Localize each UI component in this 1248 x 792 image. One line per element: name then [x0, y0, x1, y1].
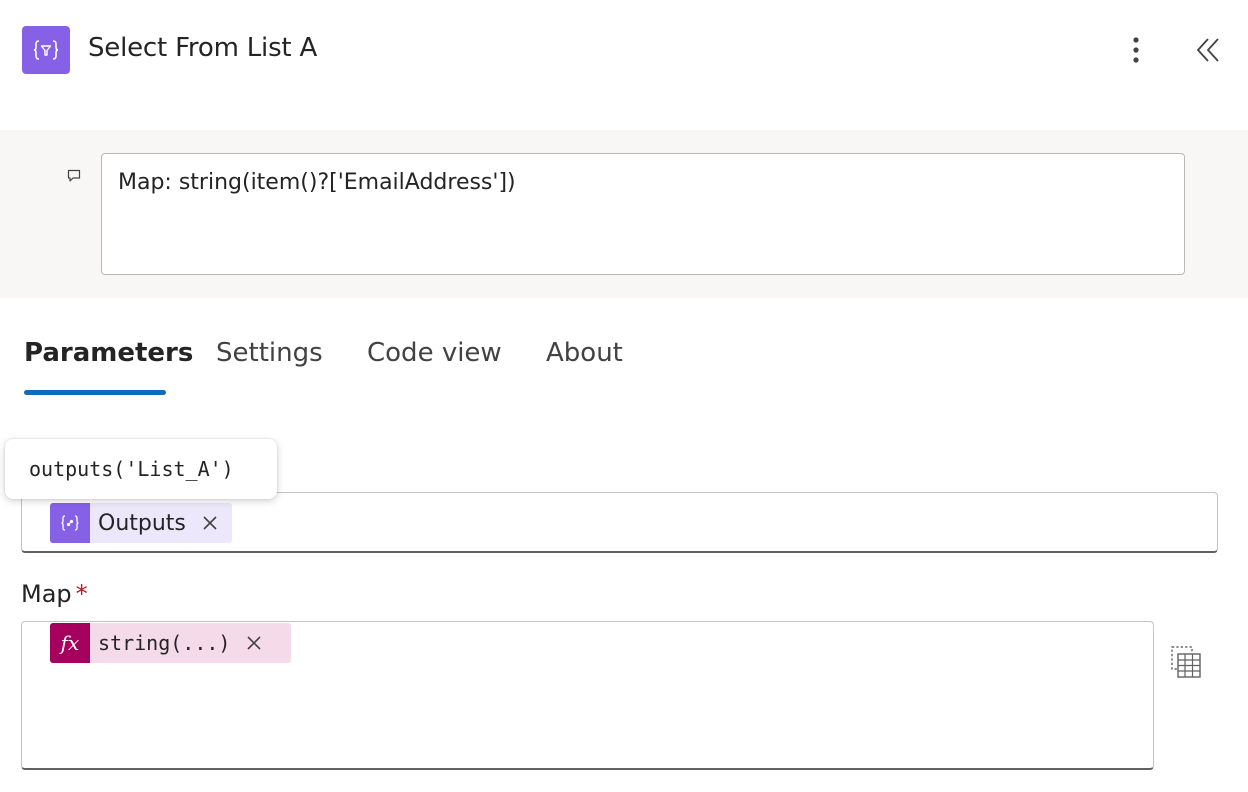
chevron-double-left-icon: [1196, 38, 1219, 62]
map-field-label: Map *: [21, 580, 88, 608]
fx-icon: fx: [50, 623, 90, 663]
required-indicator: *: [75, 580, 88, 608]
tab-parameters[interactable]: Parameters: [24, 338, 193, 368]
data-operation-icon: [50, 503, 90, 543]
close-icon: [247, 636, 262, 650]
more-vertical-icon: [1133, 37, 1139, 63]
comment-icon: [66, 168, 82, 184]
more-options-button[interactable]: [1118, 30, 1154, 70]
tab-settings[interactable]: Settings: [216, 338, 323, 368]
remove-string-token-button[interactable]: [244, 633, 264, 653]
collapse-panel-button[interactable]: [1188, 30, 1228, 70]
switch-map-to-table-button[interactable]: [1168, 644, 1204, 680]
active-tab-indicator: [24, 390, 166, 395]
tab-code-view[interactable]: Code view: [367, 338, 502, 368]
outputs-token-label: Outputs: [98, 510, 186, 536]
string-token-label: string(...): [98, 631, 231, 655]
action-header: Select From List A: [0, 0, 1248, 104]
string-expression-token[interactable]: fx string(...): [50, 623, 291, 663]
tab-list: Parameters Settings Code view About: [0, 328, 1248, 398]
from-input[interactable]: Outputs: [21, 492, 1218, 553]
action-title[interactable]: Select From List A: [88, 33, 317, 63]
map-input[interactable]: fx string(...): [21, 621, 1154, 770]
tab-about[interactable]: About: [546, 338, 623, 368]
remove-outputs-token-button[interactable]: [200, 513, 220, 533]
note-textarea[interactable]: Map: string(item()?['EmailAddress']): [101, 153, 1185, 275]
data-operation-icon: [22, 26, 70, 74]
close-icon: [203, 516, 217, 530]
token-tooltip: outputs('List_A'): [5, 439, 277, 499]
switch-to-table-icon: [1171, 646, 1201, 678]
outputs-token[interactable]: Outputs: [50, 503, 232, 543]
